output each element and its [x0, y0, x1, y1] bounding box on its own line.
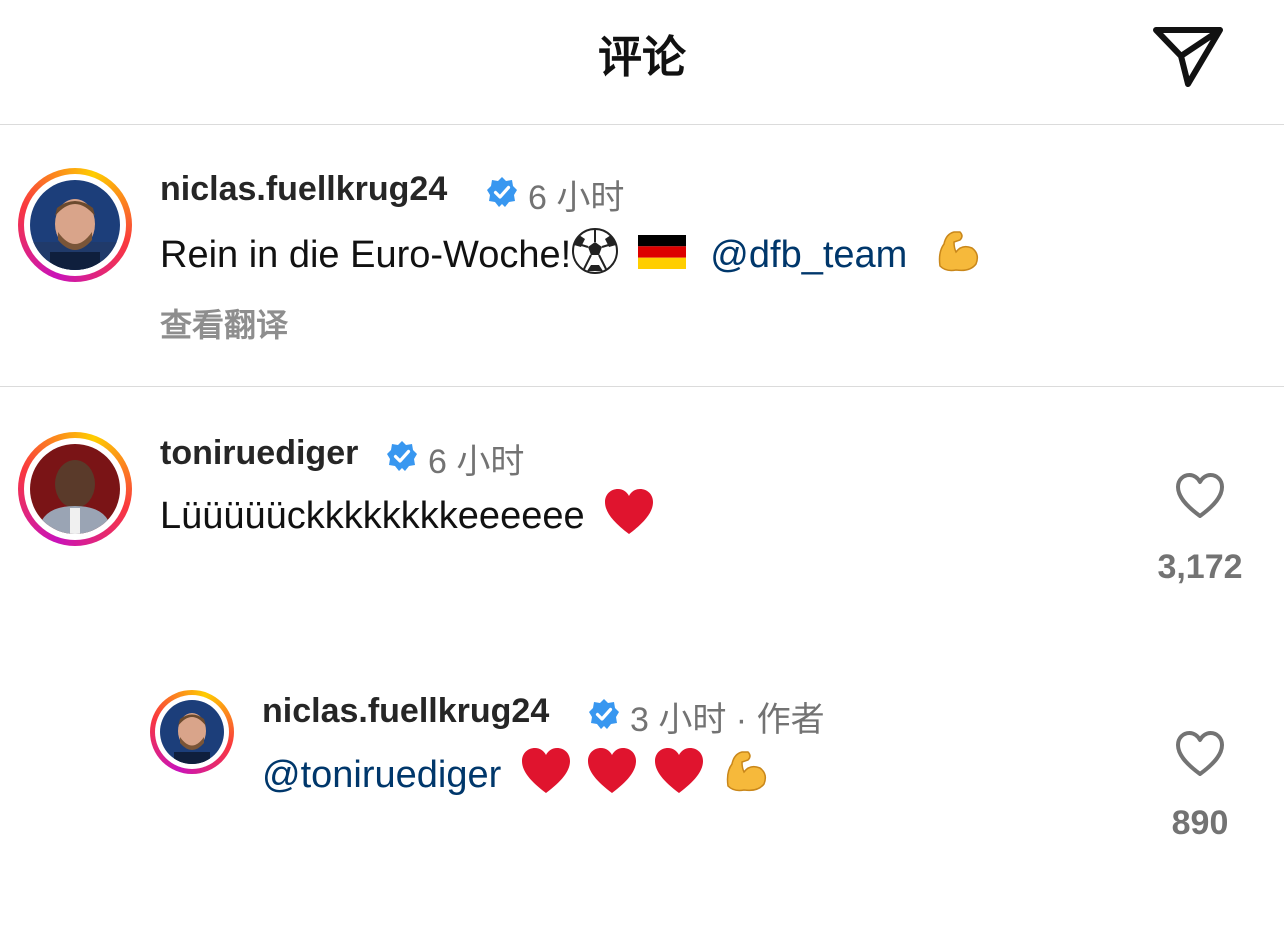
soccer-ball-icon: [571, 227, 619, 287]
mention-link[interactable]: @toniruediger: [262, 754, 501, 796]
avatar-image: [30, 180, 120, 270]
like-count: 890: [1171, 804, 1229, 842]
like-count: 3,172: [1157, 548, 1243, 586]
comment-text: Lüüüüückkkkkkkkeeeeee: [160, 488, 655, 548]
verified-badge-icon: [487, 177, 517, 207]
red-heart-icon: [520, 747, 572, 807]
comment-username[interactable]: niclas.fuellkrug24: [262, 692, 549, 731]
comment-username[interactable]: niclas.fuellkrug24: [160, 170, 447, 209]
divider: [0, 386, 1284, 387]
see-translation-button[interactable]: 查看翻译: [160, 300, 288, 346]
comment-time: 3 小时 · 作者: [630, 701, 825, 739]
mention-link[interactable]: @dfb_team: [710, 234, 907, 276]
comment-text: Rein in die Euro-Woche! @dfb_team: [160, 226, 982, 288]
comment-username[interactable]: toniruediger: [160, 434, 358, 473]
comment-time: 6 小时: [528, 179, 625, 217]
flexed-biceps-icon: [932, 226, 982, 288]
paper-plane-icon: [1153, 27, 1223, 87]
like-button[interactable]: [1174, 730, 1226, 778]
comment-text: @toniruediger: [262, 746, 770, 808]
comments-header: 评论: [0, 0, 1284, 125]
flexed-biceps-icon: [720, 746, 770, 808]
heart-outline-icon: [1176, 473, 1224, 518]
avatar-image: [30, 444, 120, 534]
red-heart-icon: [586, 747, 638, 807]
red-heart-icon: [603, 488, 655, 548]
page-title: 评论: [598, 33, 686, 82]
avatar-image: [160, 700, 224, 764]
heart-outline-icon: [1176, 731, 1224, 776]
like-button[interactable]: [1174, 472, 1226, 520]
comment-time: 6 小时: [428, 443, 525, 481]
germany-flag-icon: [637, 233, 686, 281]
red-heart-icon: [653, 747, 705, 807]
verified-badge-icon: [387, 441, 417, 471]
verified-badge-icon: [589, 699, 619, 729]
share-button[interactable]: [1150, 22, 1226, 92]
